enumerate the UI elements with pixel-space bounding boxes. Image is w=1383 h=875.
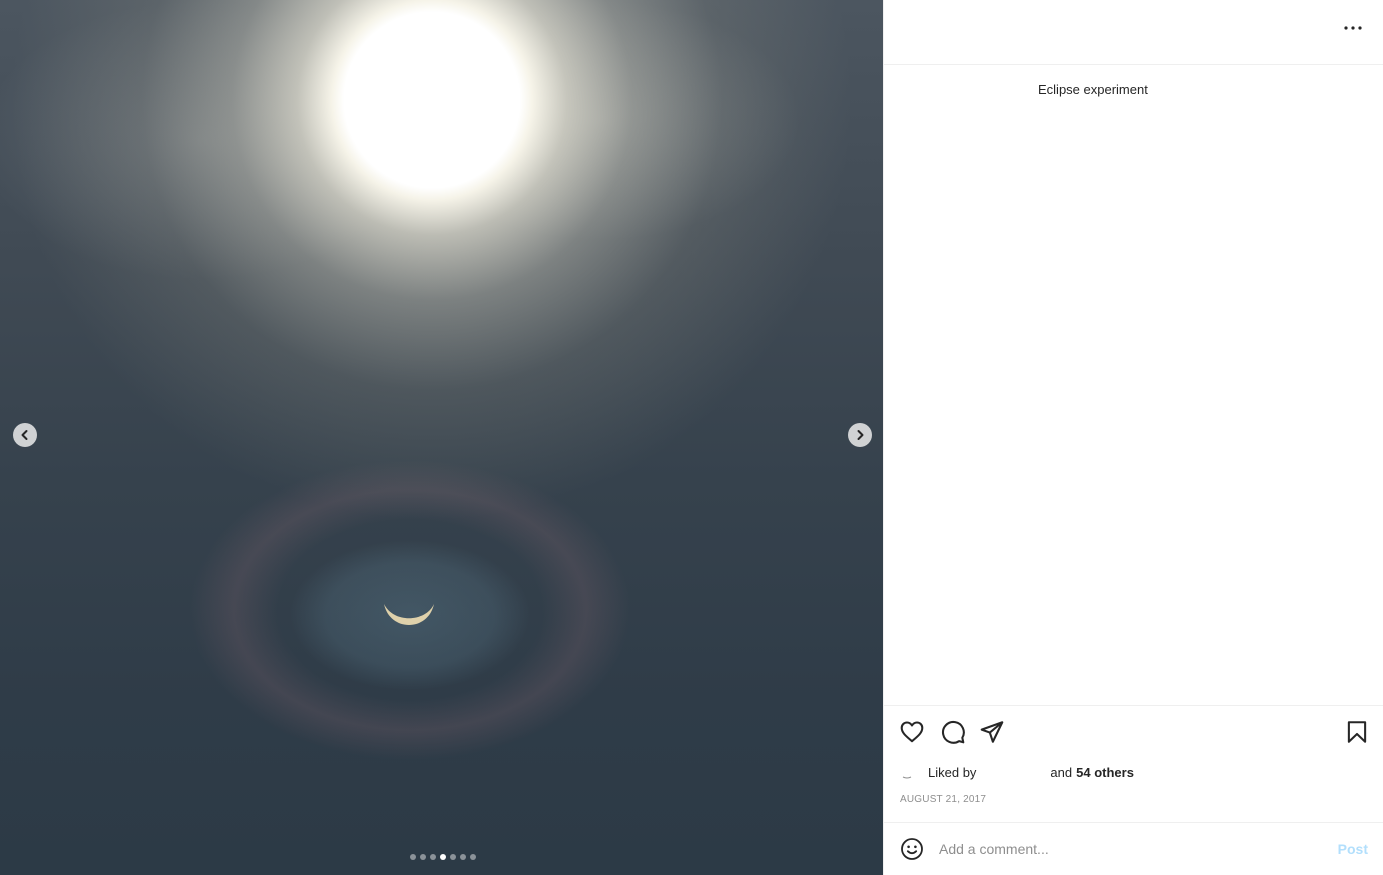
and-label: and	[1050, 765, 1073, 780]
post-header	[884, 0, 1383, 65]
others-count-link[interactable]: 54 others	[1076, 765, 1134, 780]
post-date[interactable]: AUGUST 21, 2017	[900, 794, 986, 805]
carousel-dot	[420, 854, 426, 860]
carousel-dot	[440, 854, 446, 860]
comment-bar: Post	[884, 822, 1383, 875]
smiley-icon[interactable]	[900, 837, 924, 861]
likes-summary: Liked by and 54 others	[900, 765, 1134, 780]
carousel-dot	[470, 854, 476, 860]
liker-avatar[interactable]	[900, 766, 914, 780]
chevron-left-icon	[21, 430, 28, 440]
post-modal: Eclipse experiment Liked by and 54 other…	[0, 0, 1383, 875]
comment-bubble-icon[interactable]	[940, 719, 966, 745]
media-panel	[0, 0, 883, 875]
carousel-dot	[460, 854, 466, 860]
carousel-dot	[410, 854, 416, 860]
paper-plane-icon[interactable]	[979, 719, 1005, 745]
post-details-panel: Eclipse experiment Liked by and 54 other…	[883, 0, 1383, 875]
more-options-button[interactable]	[1341, 18, 1365, 38]
previous-slide-button[interactable]	[13, 423, 37, 447]
comment-input[interactable]	[939, 837, 1319, 861]
eclipse-photo	[0, 0, 883, 875]
carousel-dot	[430, 854, 436, 860]
post-caption: Eclipse experiment	[1038, 82, 1148, 97]
post-actions: Liked by and 54 others AUGUST 21, 2017	[884, 705, 1383, 823]
next-slide-button[interactable]	[848, 423, 872, 447]
more-horizontal-icon	[1344, 26, 1362, 30]
carousel-dot	[450, 854, 456, 860]
liked-by-label: Liked by	[928, 765, 977, 780]
post-comment-button[interactable]: Post	[1338, 841, 1368, 857]
heart-icon[interactable]	[899, 719, 925, 745]
chevron-right-icon	[857, 430, 864, 440]
bookmark-icon[interactable]	[1344, 719, 1370, 745]
carousel-dots	[410, 854, 476, 860]
eclipse-crescent	[384, 604, 434, 625]
